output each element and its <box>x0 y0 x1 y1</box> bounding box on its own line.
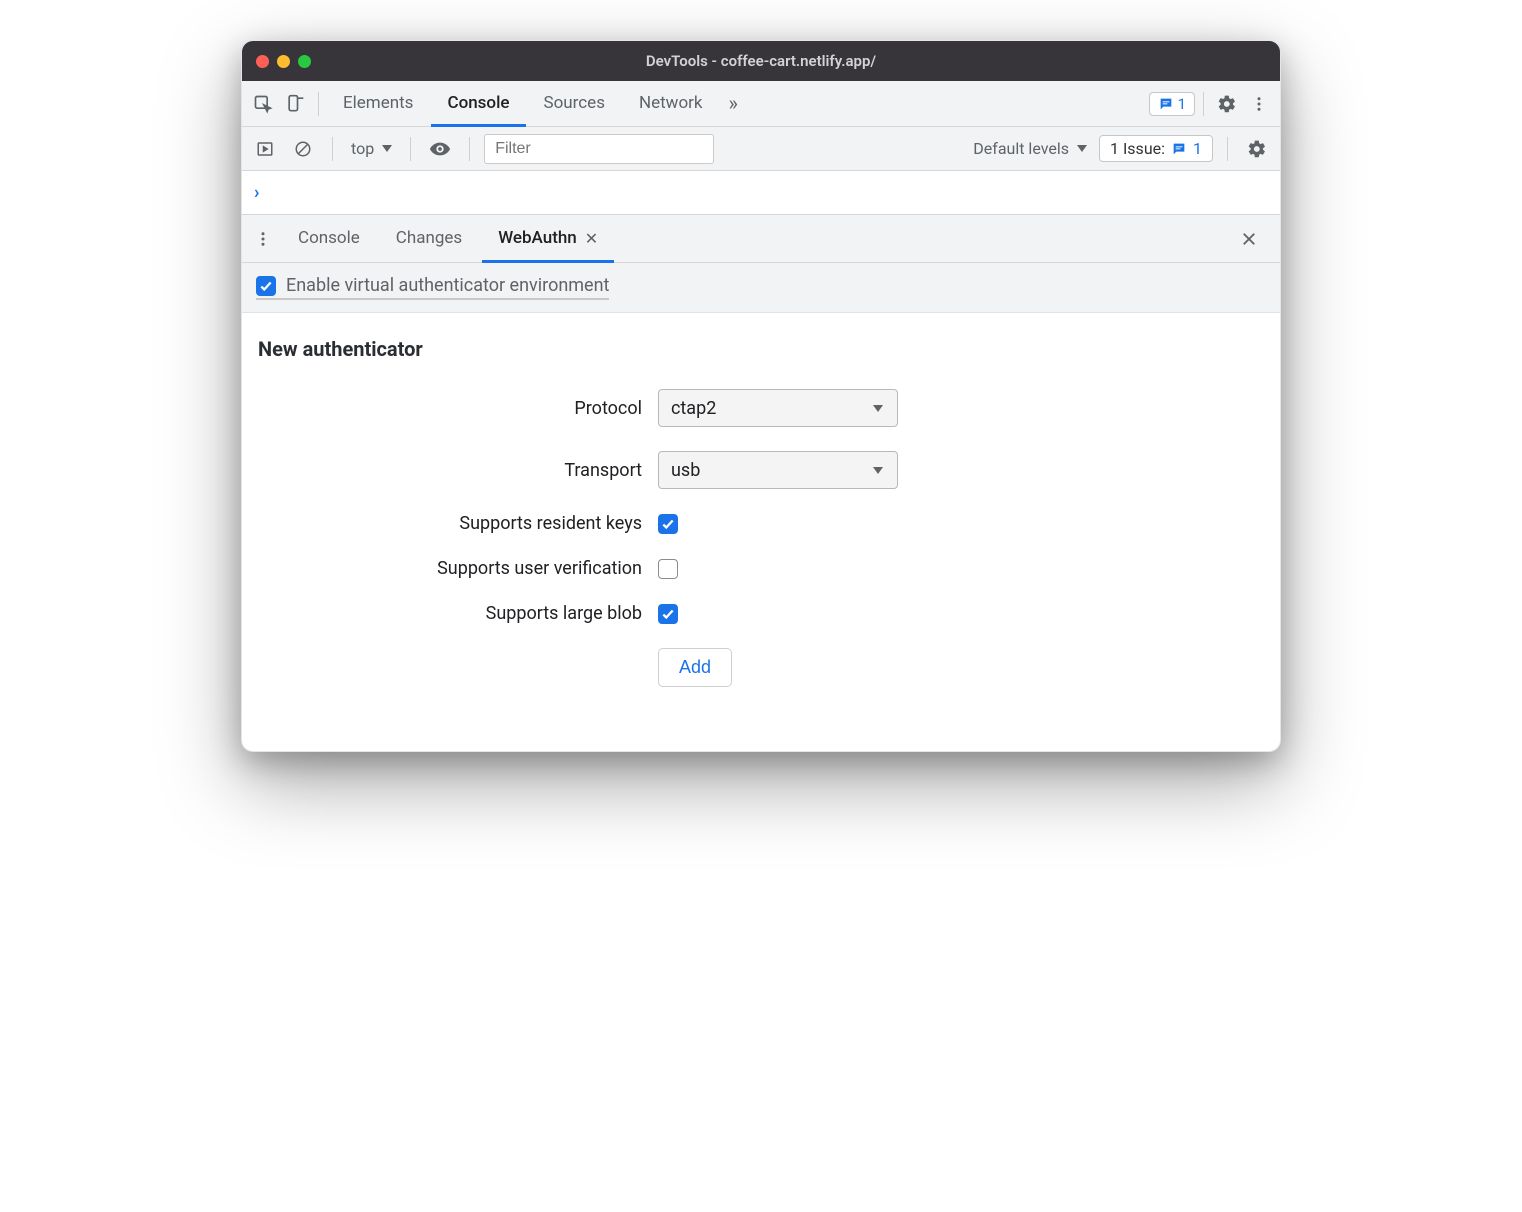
context-label: top <box>351 139 374 158</box>
tab-label: WebAuthn <box>498 228 577 248</box>
issues-badge[interactable]: 1 Issue: 1 <box>1099 135 1213 162</box>
large-blob-label: Supports large blob <box>258 603 658 624</box>
tab-label: Changes <box>396 228 462 248</box>
chevron-down-icon <box>382 145 392 152</box>
issues-count: 1 <box>1193 139 1202 158</box>
add-button[interactable]: Add <box>658 648 732 687</box>
toggle-sidebar-icon[interactable] <box>250 134 280 164</box>
tab-label: Elements <box>343 93 413 113</box>
transport-label: Transport <box>258 460 658 481</box>
close-tab-icon[interactable]: ✕ <box>585 229 598 248</box>
transport-value: usb <box>671 460 700 481</box>
titlebar: DevTools - coffee-cart.netlify.app/ <box>242 41 1280 81</box>
more-options-icon[interactable] <box>1244 89 1274 119</box>
chevron-down-icon <box>1077 145 1087 152</box>
message-icon <box>1158 96 1174 112</box>
separator <box>410 137 411 161</box>
drawer-more-icon[interactable] <box>248 224 278 254</box>
tab-label: Network <box>639 93 703 113</box>
close-window-button[interactable] <box>256 55 269 68</box>
messages-count: 1 <box>1178 95 1186 113</box>
separator <box>1203 92 1204 116</box>
separator <box>332 137 333 161</box>
tab-label: Console <box>298 228 360 248</box>
resident-keys-label: Supports resident keys <box>258 513 658 534</box>
console-input-row[interactable]: › <box>242 171 1280 215</box>
inspect-element-icon[interactable] <box>248 89 278 119</box>
enable-env-checkbox[interactable] <box>256 276 276 296</box>
user-verification-checkbox[interactable] <box>658 559 678 579</box>
issues-prefix: 1 Issue: <box>1110 139 1165 158</box>
console-settings-icon[interactable] <box>1242 134 1272 164</box>
main-tabstrip: Elements Console Sources Network » 1 <box>242 81 1280 127</box>
chevron-down-icon <box>873 405 883 412</box>
clear-console-icon[interactable] <box>288 134 318 164</box>
filter-input[interactable] <box>484 134 714 164</box>
tab-sources[interactable]: Sources <box>528 82 621 127</box>
live-expression-icon[interactable] <box>425 134 455 164</box>
window-title: DevTools - coffee-cart.netlify.app/ <box>242 52 1280 70</box>
context-selector[interactable]: top <box>347 139 396 158</box>
more-tabs-button[interactable]: » <box>721 82 746 127</box>
close-drawer-icon[interactable] <box>1234 224 1264 254</box>
tab-console[interactable]: Console <box>431 82 525 127</box>
devtools-window: DevTools - coffee-cart.netlify.app/ Elem… <box>241 40 1281 752</box>
protocol-value: ctap2 <box>671 398 716 419</box>
protocol-select[interactable]: ctap2 <box>658 389 898 427</box>
drawer-tab-changes[interactable]: Changes <box>380 216 478 263</box>
new-authenticator-title: New authenticator <box>258 337 1264 361</box>
protocol-label: Protocol <box>258 398 658 419</box>
enable-env-row: Enable virtual authenticator environment <box>242 263 1280 313</box>
maximize-window-button[interactable] <box>298 55 311 68</box>
tab-network[interactable]: Network <box>623 82 719 127</box>
separator <box>318 92 319 116</box>
separator <box>1227 137 1228 161</box>
minimize-window-button[interactable] <box>277 55 290 68</box>
drawer-tab-console[interactable]: Console <box>282 216 376 263</box>
webauthn-panel: New authenticator Protocol ctap2 Transpo… <box>242 313 1280 751</box>
tab-label: Console <box>447 93 509 113</box>
user-verification-label: Supports user verification <box>258 558 658 579</box>
window-controls <box>256 55 311 68</box>
large-blob-checkbox[interactable] <box>658 604 678 624</box>
device-toolbar-icon[interactable] <box>280 89 310 119</box>
log-levels-selector[interactable]: Default levels <box>969 139 1091 158</box>
transport-select[interactable]: usb <box>658 451 898 489</box>
log-levels-label: Default levels <box>973 139 1069 158</box>
resident-keys-checkbox[interactable] <box>658 514 678 534</box>
tab-label: Sources <box>544 93 605 113</box>
tab-elements[interactable]: Elements <box>327 82 429 127</box>
chevron-right-icon: › <box>254 182 259 203</box>
enable-env-label: Enable virtual authenticator environment <box>286 275 609 296</box>
drawer-tab-webauthn[interactable]: WebAuthn ✕ <box>482 216 614 263</box>
message-icon <box>1171 141 1187 157</box>
messages-badge[interactable]: 1 <box>1149 92 1195 116</box>
separator <box>469 137 470 161</box>
chevron-down-icon <box>873 467 883 474</box>
drawer-tabstrip: Console Changes WebAuthn ✕ <box>242 215 1280 263</box>
console-toolbar: top Default levels 1 Issue: 1 <box>242 127 1280 171</box>
settings-icon[interactable] <box>1212 89 1242 119</box>
